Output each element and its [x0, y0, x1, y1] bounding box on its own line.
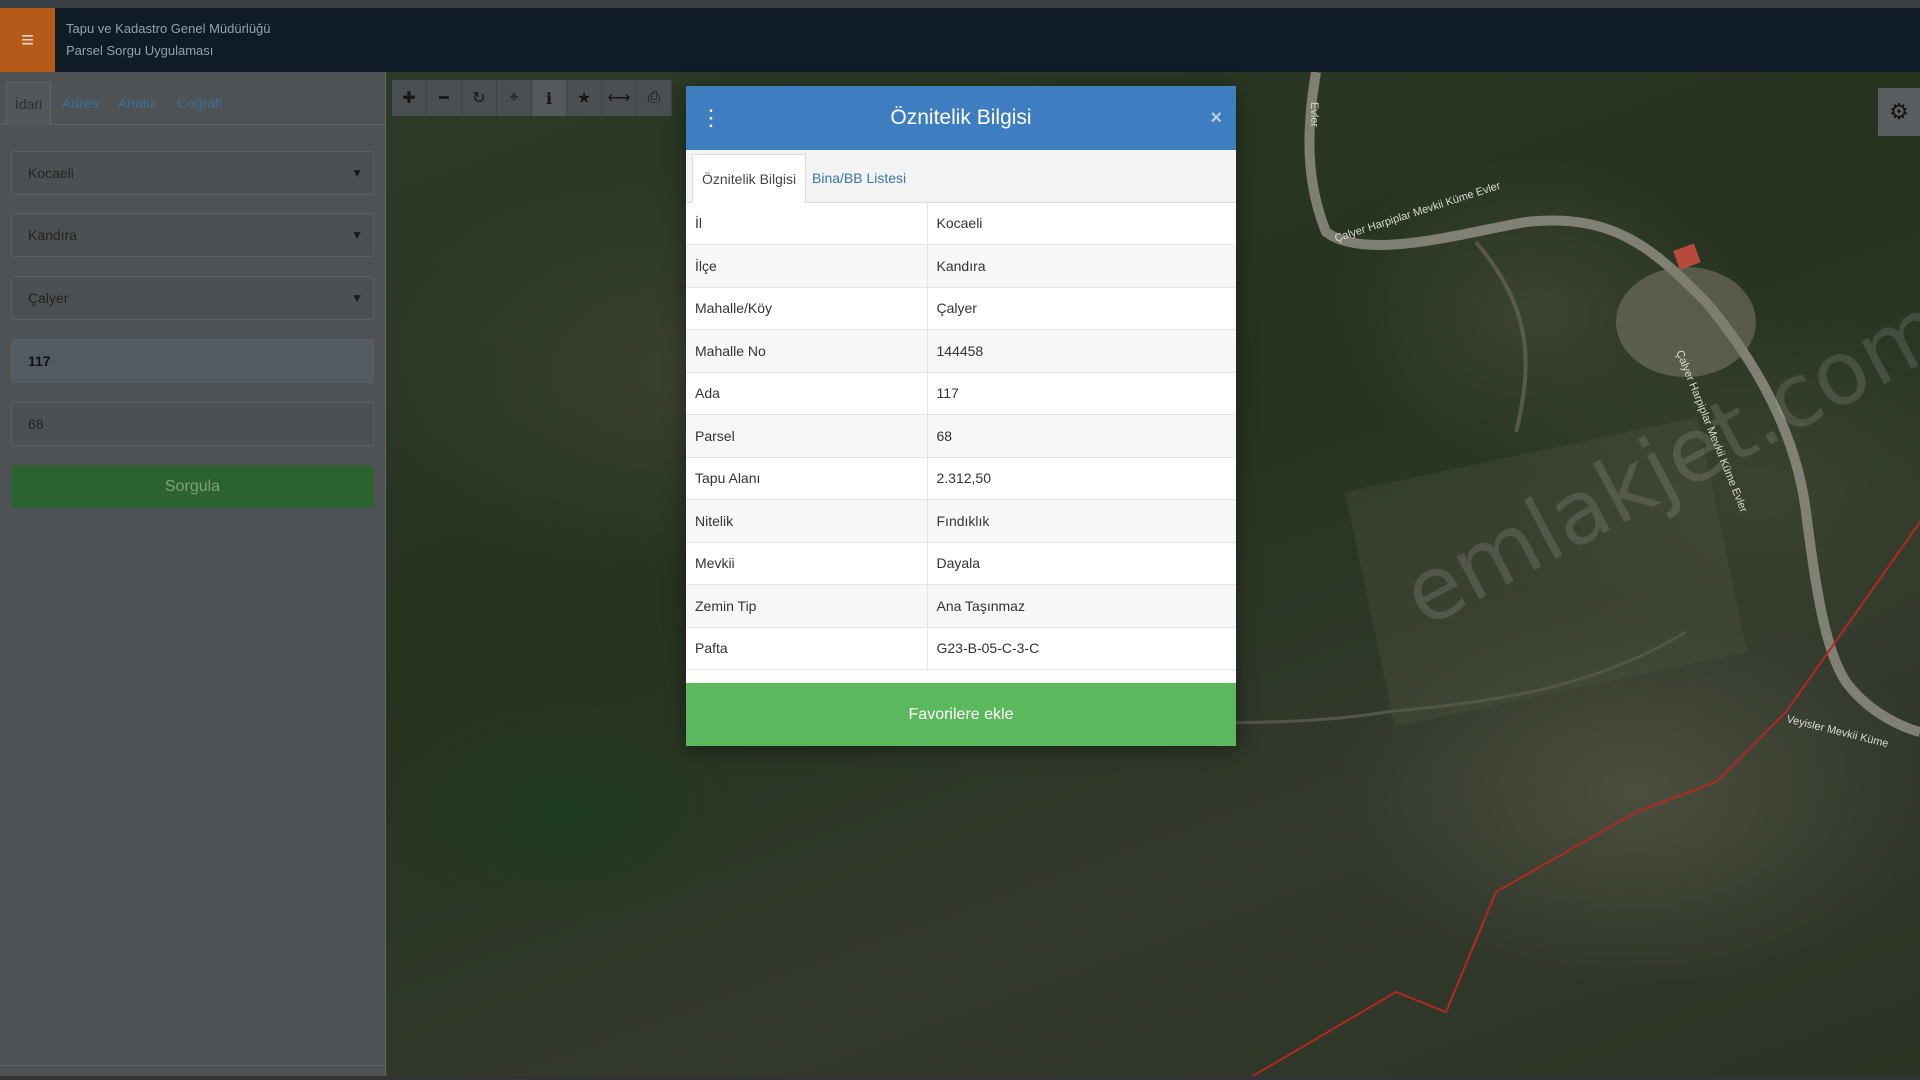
bottom-strip [0, 1076, 1920, 1080]
attribute-key: Ada [686, 372, 928, 415]
close-icon: × [1210, 107, 1222, 129]
measure-button[interactable]: ⟷ [602, 80, 637, 116]
sidebar-tabs: İdari Adres Analiz Coğrafi [0, 72, 386, 125]
hamburger-icon: ≡ [21, 27, 34, 52]
block-input[interactable]: 117 [11, 339, 374, 383]
gear-icon: ⚙ [1889, 99, 1909, 124]
province-select[interactable]: Kocaeli ▼ [11, 151, 374, 195]
attribute-key: Mevkii [686, 542, 928, 585]
plus-icon: ✚ [402, 90, 416, 107]
table-row: İlçe Kandıra [686, 244, 1236, 288]
settings-button[interactable]: ⚙ [1878, 88, 1920, 136]
query-sidebar: İdari Adres Analiz Coğrafi Kocaeli ▼ Kan… [0, 72, 386, 1080]
locate-button[interactable]: ⌖ [497, 80, 532, 116]
table-row: Tapu Alanı 2.312,50 [686, 457, 1236, 500]
table-row: Ada 117 [686, 372, 1236, 415]
add-favorite-button[interactable]: Favorilere ekle [686, 683, 1236, 746]
parcel-input[interactable]: 68 [11, 402, 374, 446]
road-label: Evler [1308, 102, 1320, 127]
attribute-value: Dayala [927, 542, 1236, 585]
zoom-out-button[interactable]: ━ [427, 80, 462, 116]
attribute-value: Fındıklık [927, 499, 1236, 543]
attribute-key: İl [686, 202, 928, 245]
dialog-tabs: Öznitelik Bilgisi Bina/BB Listesi [686, 150, 1236, 203]
chevron-down-icon: ▼ [351, 228, 363, 242]
refresh-button[interactable]: ↻ [462, 80, 497, 116]
top-bar: ≡ Tapu ve Kadastro Genel Müdürlüğü Parse… [0, 0, 1920, 72]
dialog-menu-button[interactable]: ⋮ [700, 104, 722, 132]
favorites-button[interactable]: ★ [567, 80, 602, 116]
attribute-key: Mahalle/Köy [686, 287, 928, 330]
vertical-dots-icon: ⋮ [700, 105, 722, 130]
table-row: Zemin Tip Ana Taşınmaz [686, 584, 1236, 628]
attribute-key: Pafta [686, 627, 928, 670]
neighborhood-select[interactable]: Çalyer ▼ [11, 276, 374, 320]
attribute-value: Ana Taşınmaz [927, 584, 1236, 628]
attribute-key: Tapu Alanı [686, 457, 928, 500]
print-icon: ⎙ [647, 89, 661, 106]
tab-adres[interactable]: Adres [62, 82, 99, 124]
star-icon: ★ [576, 90, 592, 107]
attribute-value: 68 [927, 414, 1236, 458]
menu-button[interactable]: ≡ [0, 8, 55, 72]
app-name: Parsel Sorgu Uygulaması [66, 43, 214, 58]
tab-attribute-info[interactable]: Öznitelik Bilgisi [692, 154, 807, 203]
map-toolbar: ✚ ━ ↻ ⌖ i ★ ⟷ ⎙ [392, 80, 672, 116]
print-button[interactable]: ⎙ [637, 80, 672, 116]
attribute-value: Çalyer [927, 287, 1236, 330]
info-icon: i [545, 88, 553, 108]
attribute-value: Kocaeli [927, 202, 1236, 245]
query-button[interactable]: Sorgula [11, 465, 374, 508]
table-row: İl Kocaeli [686, 202, 1236, 245]
attribute-value: 2.312,50 [927, 457, 1236, 500]
table-row: Parsel 68 [686, 414, 1236, 458]
table-row: Pafta G23-B-05-C-3-C [686, 627, 1236, 670]
close-button[interactable]: × [1210, 106, 1222, 130]
tab-analiz[interactable]: Analiz [118, 82, 156, 124]
dialog-title: Öznitelik Bilgisi [890, 106, 1032, 129]
attribute-dialog: Öznitelik Bilgisi ⋮ × Öznitelik Bilgisi … [686, 86, 1920, 746]
measure-icon: ⟷ [607, 90, 631, 107]
crosshair-icon: ⌖ [509, 89, 519, 106]
chevron-down-icon: ▼ [351, 166, 363, 180]
chevron-down-icon: ▼ [351, 291, 363, 305]
attribute-value: G23-B-05-C-3-C [927, 627, 1236, 670]
road-label: Veyisler Mevkii Küme [1785, 713, 1889, 750]
info-button[interactable]: i [532, 80, 567, 116]
attribute-key: İlçe [686, 244, 928, 288]
attribute-value: 117 [927, 372, 1236, 415]
district-select[interactable]: Kandıra ▼ [11, 213, 374, 257]
org-name: Tapu ve Kadastro Genel Müdürlüğü [66, 21, 271, 36]
table-row: Mevkii Dayala [686, 542, 1236, 585]
attribute-value: 144458 [927, 329, 1236, 373]
district-value: Kandıra [28, 227, 78, 243]
tab-cografi[interactable]: Coğrafi [177, 82, 222, 124]
attribute-table: İl Kocaeli İlçe Kandıra Mahalle/Köy Çalyer Mah… [686, 202, 1236, 670]
attribute-key: Zemin Tip [686, 584, 928, 628]
app-title: Tapu ve Kadastro Genel Müdürlüğü Parsel … [66, 18, 271, 62]
minus-icon: ━ [439, 90, 449, 107]
province-value: Kocaeli [28, 165, 74, 181]
attribute-key: Parsel [686, 414, 928, 458]
attribute-key: Nitelik [686, 499, 928, 543]
table-row: Mahalle No 144458 [686, 329, 1236, 373]
table-row: Nitelik Fındıklık [686, 499, 1236, 543]
refresh-icon: ↻ [472, 90, 486, 107]
neighborhood-value: Çalyer [28, 290, 69, 306]
zoom-in-button[interactable]: ✚ [392, 80, 427, 116]
dialog-header: Öznitelik Bilgisi ⋮ × [686, 86, 1236, 150]
table-row: Mahalle/Köy Çalyer [686, 287, 1236, 330]
attribute-key: Mahalle No [686, 329, 928, 373]
attribute-value: Kandıra [927, 244, 1236, 288]
tab-building-list[interactable]: Bina/BB Listesi [812, 154, 906, 202]
tab-idari[interactable]: İdari [6, 82, 52, 125]
